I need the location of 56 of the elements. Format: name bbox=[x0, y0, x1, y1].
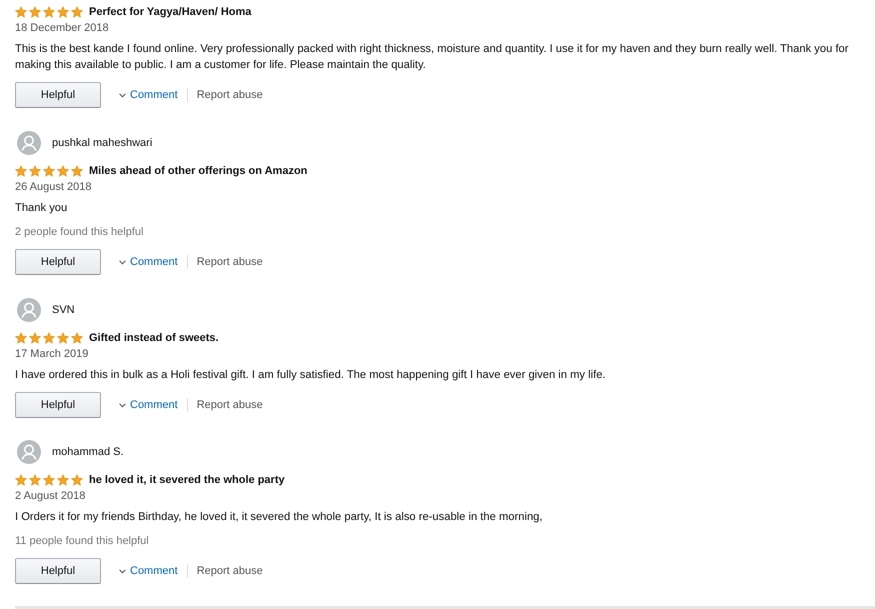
star-icon bbox=[43, 165, 55, 177]
review-text: I have ordered this in bulk as a Holi festival gift. I am fully satisfied. The most happening gift I have ever given in my life. bbox=[15, 368, 607, 383]
caret-icon bbox=[119, 402, 126, 408]
reviewer-name[interactable]: mohammad S. bbox=[52, 446, 124, 458]
star-icon bbox=[29, 6, 41, 18]
star-icon bbox=[15, 165, 27, 177]
review-date: 26 August 2018 bbox=[15, 180, 92, 195]
comment-link[interactable]: Comment bbox=[119, 399, 178, 411]
star-icon bbox=[71, 165, 83, 177]
report-abuse-link[interactable]: Report abuse bbox=[196, 89, 263, 101]
helpful-button[interactable]: Helpful bbox=[15, 558, 101, 584]
comment-link[interactable]: Comment bbox=[119, 89, 178, 101]
avatar-icon bbox=[17, 440, 41, 464]
report-abuse-link[interactable]: Report abuse bbox=[196, 565, 263, 577]
star-icon bbox=[43, 474, 55, 486]
report-abuse-link[interactable]: Report abuse bbox=[196, 399, 263, 411]
helpful-button[interactable]: Helpful bbox=[15, 392, 101, 418]
star-icon bbox=[43, 332, 55, 344]
caret-icon bbox=[119, 92, 126, 98]
reviewer-name[interactable]: SVN bbox=[52, 304, 75, 316]
star-icon bbox=[43, 6, 55, 18]
avatar-icon bbox=[17, 298, 41, 322]
star-icon bbox=[29, 165, 41, 177]
star-icon bbox=[57, 474, 69, 486]
star-icon bbox=[15, 332, 27, 344]
caret-icon bbox=[119, 568, 126, 574]
avatar-icon bbox=[17, 131, 41, 155]
star-icon bbox=[71, 474, 83, 486]
report-abuse-link[interactable]: Report abuse bbox=[196, 256, 263, 268]
star-icon bbox=[15, 474, 27, 486]
star-icon bbox=[71, 6, 83, 18]
star-icon bbox=[57, 165, 69, 177]
review-title[interactable]: Gifted instead of sweets. bbox=[89, 332, 219, 344]
star-icon bbox=[57, 6, 69, 18]
review-title[interactable]: Miles ahead of other offerings on Amazon bbox=[89, 165, 308, 177]
review-date: 2 August 2018 bbox=[15, 489, 86, 504]
star-icon bbox=[15, 6, 27, 18]
star-icon bbox=[71, 332, 83, 344]
helpful-count: 11 people found this helpful bbox=[15, 534, 150, 549]
review-date: 18 December 2018 bbox=[15, 21, 110, 36]
helpful-button[interactable]: Helpful bbox=[15, 249, 101, 275]
comment-link[interactable]: Comment bbox=[119, 565, 178, 577]
review-date: 17 March 2019 bbox=[15, 347, 90, 362]
review-text: I Orders it for my friends Birthday, he loved it, it severed the whole party, It is also re-usable in the morning, bbox=[15, 510, 544, 525]
star-icon bbox=[29, 332, 41, 344]
helpful-count: 2 people found this helpful bbox=[15, 225, 144, 240]
review-text: This is the best kande I found online. Very professionally packed with right thickness, moisture and quantity. I use it for my haven and they burn really well. Thank you for making this available to public. I am a customer for life. Please maintain the quality. bbox=[15, 42, 850, 73]
star-icon bbox=[29, 474, 41, 486]
review-title[interactable]: Perfect for Yagya/Haven/ Homa bbox=[89, 6, 252, 18]
reviewer-name[interactable]: pushkal maheshwari bbox=[52, 137, 152, 149]
review-title[interactable]: he loved it, it severed the whole party bbox=[89, 474, 285, 486]
helpful-button[interactable]: Helpful bbox=[15, 82, 101, 108]
review-text: Thank you bbox=[15, 201, 68, 216]
star-icon bbox=[57, 332, 69, 344]
comment-link[interactable]: Comment bbox=[119, 256, 178, 268]
caret-icon bbox=[119, 260, 126, 264]
